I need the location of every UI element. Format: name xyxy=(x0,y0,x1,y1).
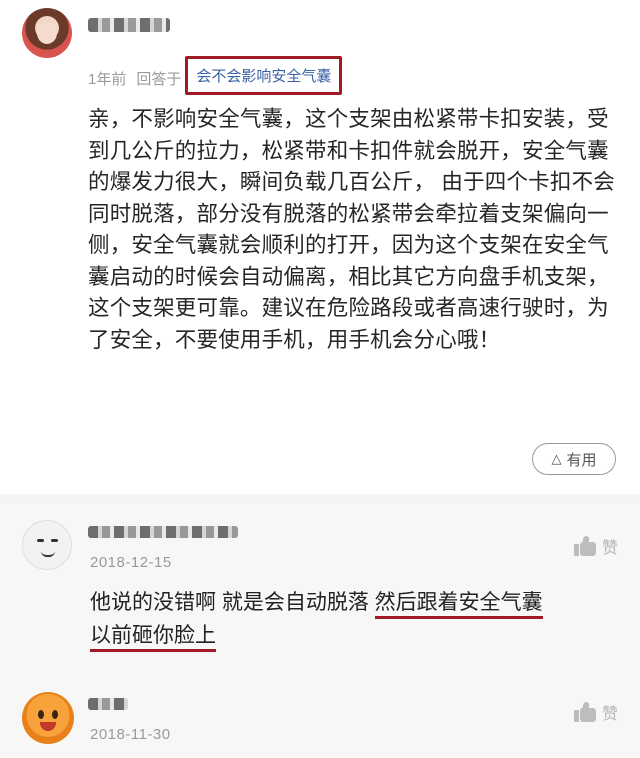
thumbs-up-icon xyxy=(573,701,596,722)
avatar-eye xyxy=(38,710,44,719)
avatar-face xyxy=(37,22,57,44)
avatar-eye xyxy=(37,539,44,542)
reply-prefix: 回答于 xyxy=(136,71,182,88)
like-button[interactable]: 赞 xyxy=(573,534,618,558)
comment-date: 2018-12-15 xyxy=(90,554,172,571)
answer-time: 1年前 xyxy=(88,71,127,88)
like-button[interactable]: 赞 xyxy=(573,700,618,724)
like-label: 赞 xyxy=(601,540,618,557)
avatar-mouth xyxy=(40,722,56,731)
like-label: 赞 xyxy=(601,706,618,723)
answer-text: 亲，不影响安全气囊，这个支架由松紧带卡扣安装，受到几公斤的拉力，松紧带和卡扣件就… xyxy=(88,107,615,352)
answer-card: 1年前 回答于 会不会影响安全气囊 亲，不影响安全气囊，这个支架由松紧带卡扣安装… xyxy=(0,0,640,494)
comment-item: 2018-11-30 赞 xyxy=(0,682,640,758)
blurred-username[interactable] xyxy=(88,18,170,32)
blurred-username[interactable] xyxy=(88,698,128,710)
answer-meta: 1年前 回答于 会不会影响安全气囊 xyxy=(88,56,343,95)
comment-date: 2018-11-30 xyxy=(90,726,171,743)
meme-avatar[interactable] xyxy=(22,520,72,570)
thumbs-up-icon xyxy=(573,535,596,556)
comment-text-plain: 他说的没错啊 就是会自动脱落 xyxy=(90,591,375,614)
comment-text: 他说的没错啊 就是会自动脱落 然后跟着安全气囊 以前砸你脸上 xyxy=(90,586,620,652)
user-avatar[interactable] xyxy=(22,8,72,58)
comment-text-underlined: 以前砸你脸上 xyxy=(90,624,216,652)
useful-label: 有用 xyxy=(566,451,597,469)
comment-text-underlined: 然后跟着安全气囊 xyxy=(374,591,543,619)
comment-item: 2018-12-15 赞 他说的没错啊 就是会自动脱落 然后跟着安全气囊 以前砸… xyxy=(0,504,640,674)
triangle-up-icon: △ xyxy=(551,451,562,466)
blurred-username[interactable] xyxy=(88,526,238,538)
avatar-eye xyxy=(51,539,58,542)
section-divider xyxy=(0,494,640,504)
useful-button[interactable]: △ 有用 xyxy=(532,443,616,475)
avatar-eye xyxy=(52,710,58,719)
comments-section: 2018-12-15 赞 他说的没错啊 就是会自动脱落 然后跟着安全气囊 以前砸… xyxy=(0,504,640,758)
orange-avatar[interactable] xyxy=(22,692,74,744)
question-link[interactable]: 会不会影响安全气囊 xyxy=(185,56,343,95)
avatar-mouth xyxy=(41,551,55,557)
